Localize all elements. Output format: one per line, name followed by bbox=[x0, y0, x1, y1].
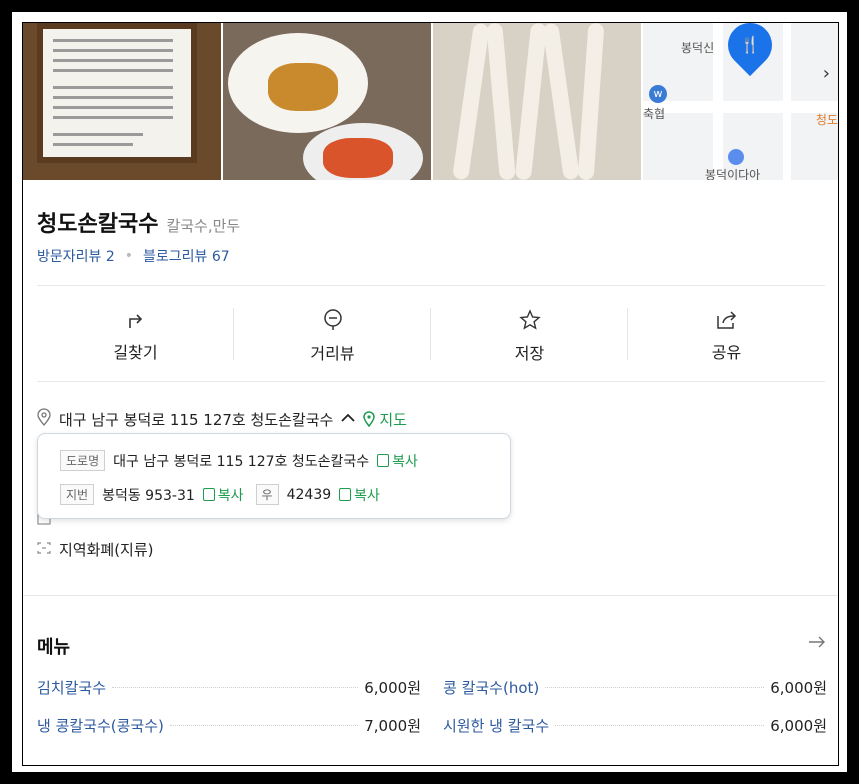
menu-item-price: 6,000원 bbox=[770, 717, 827, 735]
menu-item-price: 7,000원 bbox=[364, 717, 421, 735]
directions-icon bbox=[126, 310, 146, 333]
action-bar: 길찾기 거리뷰 저장 공유 bbox=[37, 306, 825, 366]
save-button[interactable]: 저장 bbox=[431, 306, 628, 366]
map-label-cheongdo: 청도 bbox=[815, 113, 838, 127]
copy-icon bbox=[202, 488, 215, 501]
blog-reviews-link[interactable]: 블로그리뷰 67 bbox=[143, 246, 230, 266]
save-label: 저장 bbox=[514, 343, 545, 363]
menu-item-price: 6,000원 bbox=[364, 679, 421, 697]
jibun-address-line: 지번 봉덕동 953-31 복사 우 42439 복사 bbox=[60, 484, 380, 505]
map-label-area: 봉덕신 bbox=[681, 41, 715, 55]
place-title: 청도손칼국수 bbox=[37, 212, 159, 237]
photo-noodles[interactable] bbox=[433, 23, 643, 180]
menu-item[interactable]: 시원한 냉 칼국수 6,000원 bbox=[443, 715, 827, 736]
local-currency-label: 지역화폐(지류) bbox=[59, 541, 154, 559]
photo-strip: 봉덕신 🍴 › w 축협 청도 봉덕이다아 bbox=[23, 23, 838, 180]
star-icon bbox=[518, 308, 541, 334]
copy-zip-button[interactable]: 복사 bbox=[339, 485, 380, 505]
photo-menu-board[interactable] bbox=[23, 23, 223, 180]
fork-knife-icon: 🍴 bbox=[740, 35, 760, 54]
menu-item-name: 냉 콩칼국수(콩국수) bbox=[37, 717, 164, 735]
road-address: 대구 남구 봉덕로 115 127호 청도손칼국수 bbox=[113, 453, 370, 470]
menu-item[interactable]: 콩 칼국수(hot) 6,000원 bbox=[443, 677, 827, 698]
chevron-right-icon[interactable]: › bbox=[823, 63, 830, 84]
streetview-label: 거리뷰 bbox=[310, 343, 355, 363]
chevron-up-icon[interactable] bbox=[341, 411, 355, 427]
copy-icon bbox=[339, 488, 352, 501]
local-currency-row: 지역화폐(지류) bbox=[37, 539, 154, 560]
menu-more-arrow-icon[interactable] bbox=[808, 633, 826, 654]
map-pin: 🍴 bbox=[718, 23, 782, 77]
menu-board-image bbox=[37, 23, 197, 163]
jibun-tag: 지번 bbox=[60, 484, 95, 505]
separator-dot: • bbox=[124, 248, 134, 264]
place-header: 청도손칼국수 칼국수,만두 bbox=[37, 206, 240, 238]
map-poi-icon bbox=[728, 149, 744, 165]
menu-item-name: 시원한 냉 칼국수 bbox=[443, 717, 550, 735]
road-address-tag: 도로명 bbox=[60, 450, 106, 471]
map-label-bottom: 봉덕이다아 bbox=[705, 168, 761, 180]
zip-tag: 우 bbox=[255, 484, 279, 505]
copy-jibun-button[interactable]: 복사 bbox=[202, 485, 244, 505]
directions-label: 길찾기 bbox=[113, 342, 158, 362]
divider bbox=[23, 595, 838, 596]
copy-label: 복사 bbox=[354, 487, 380, 504]
share-label: 공유 bbox=[711, 342, 742, 362]
visitor-reviews-link[interactable]: 방문자리뷰 2 bbox=[37, 246, 115, 266]
map-link-label: 지도 bbox=[379, 410, 407, 429]
map-label-bank: 축협 bbox=[643, 107, 666, 121]
bank-icon: w bbox=[649, 85, 667, 103]
menu-item-name: 김치칼국수 bbox=[37, 679, 107, 697]
share-button[interactable]: 공유 bbox=[628, 306, 825, 366]
currency-icon bbox=[37, 541, 51, 558]
menu-title: 메뉴 bbox=[37, 637, 71, 658]
menu-item-name: 콩 칼국수(hot) bbox=[443, 679, 540, 697]
divider bbox=[37, 381, 825, 382]
jibun-address: 봉덕동 953-31 bbox=[102, 487, 195, 504]
photo-cutlet[interactable] bbox=[223, 23, 433, 180]
streetview-icon bbox=[323, 308, 343, 334]
copy-label: 복사 bbox=[217, 487, 244, 504]
menu-item[interactable]: 김치칼국수 6,000원 bbox=[37, 677, 421, 698]
leader-dots bbox=[545, 687, 765, 688]
address-summary[interactable]: 대구 남구 봉덕로 115 127호 청도손칼국수 bbox=[59, 409, 333, 430]
divider bbox=[37, 285, 825, 286]
green-pin-icon bbox=[363, 411, 376, 427]
copy-icon bbox=[377, 454, 390, 467]
location-pin-icon bbox=[37, 408, 51, 430]
copy-road-button[interactable]: 복사 bbox=[377, 451, 418, 471]
menu-item[interactable]: 냉 콩칼국수(콩국수) 7,000원 bbox=[37, 715, 421, 736]
streetview-button[interactable]: 거리뷰 bbox=[234, 306, 431, 366]
directions-button[interactable]: 길찾기 bbox=[37, 306, 234, 366]
address-popover: 도로명 대구 남구 봉덕로 115 127호 청도손칼국수 복사 지번 봉덕동 … bbox=[37, 433, 511, 519]
zip-code: 42439 bbox=[286, 486, 332, 503]
menu-item-price: 6,000원 bbox=[770, 679, 827, 697]
leader-dots bbox=[555, 725, 765, 726]
share-icon bbox=[716, 310, 738, 333]
map-thumbnail[interactable]: 봉덕신 🍴 › w 축협 청도 봉덕이다아 bbox=[643, 23, 838, 180]
place-panel: 봉덕신 🍴 › w 축협 청도 봉덕이다아 청도손칼국수 칼국수,만두 방문자리… bbox=[22, 22, 839, 766]
leader-dots bbox=[112, 687, 359, 688]
road-address-line: 도로명 대구 남구 봉덕로 115 127호 청도손칼국수 복사 bbox=[60, 450, 418, 471]
review-links: 방문자리뷰 2 • 블로그리뷰 67 bbox=[37, 246, 230, 266]
copy-label: 복사 bbox=[392, 453, 418, 470]
leader-dots bbox=[169, 725, 359, 726]
place-category: 칼국수,만두 bbox=[166, 217, 241, 235]
address-row: 대구 남구 봉덕로 115 127호 청도손칼국수 지도 bbox=[37, 408, 407, 430]
map-link[interactable]: 지도 bbox=[363, 409, 407, 430]
